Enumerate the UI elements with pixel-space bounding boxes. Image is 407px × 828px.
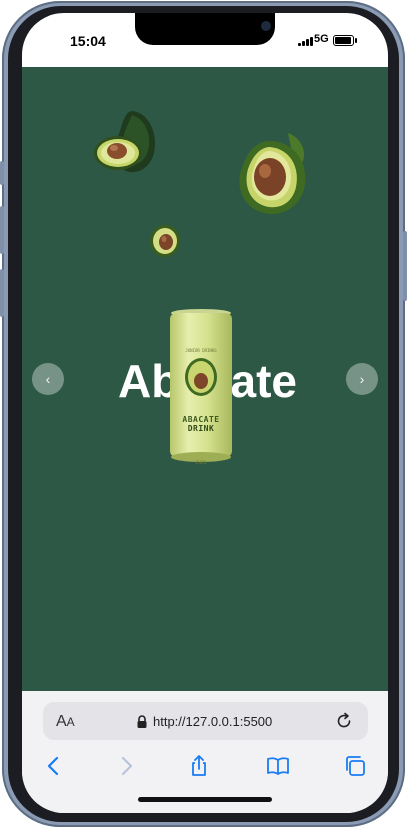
- lock-icon: [137, 715, 147, 728]
- avocado-image-top-right: [239, 133, 306, 215]
- phone-mute-switch: [0, 161, 4, 185]
- can-brand-label: JUNIOR DRINKS: [185, 348, 217, 353]
- phone-volume-down: [0, 269, 4, 317]
- status-time: 15:04: [70, 33, 106, 49]
- battery-level: [335, 37, 352, 44]
- can-name-line1: ABACATE: [182, 415, 220, 424]
- phone-screen: 15:04 5G ‹ › JUNIOR DRINKS ABACATE DRINK…: [22, 13, 388, 813]
- tabs-icon[interactable]: [343, 754, 367, 778]
- phone-volume-up: [0, 206, 4, 254]
- dynamic-island: [135, 13, 275, 45]
- back-icon[interactable]: [42, 754, 66, 778]
- text-size-button[interactable]: AA: [56, 713, 75, 731]
- share-icon[interactable]: [187, 754, 211, 778]
- network-type: 5G: [314, 33, 329, 45]
- status-bar: 15:04 5G: [22, 13, 388, 67]
- battery-icon: [333, 35, 357, 46]
- carousel-next-button[interactable]: ›: [346, 363, 378, 395]
- url-text[interactable]: http://127.0.0.1:5500: [153, 714, 272, 729]
- can-name-line2: DRINK: [187, 424, 215, 433]
- bookmarks-icon[interactable]: [266, 754, 290, 778]
- signal-icon: [298, 36, 314, 46]
- address-bar[interactable]: AA http://127.0.0.1:5500: [43, 702, 368, 740]
- reload-icon[interactable]: [334, 711, 354, 731]
- home-indicator: [138, 797, 272, 802]
- carousel-prev-button[interactable]: ‹: [32, 363, 64, 395]
- can-volume-label: 350ML: [194, 460, 208, 465]
- hero-section: ‹ › Abacate JUNIOR DRINKS ABACATE DRINK: [22, 67, 388, 691]
- avocado-image-top-left: [94, 111, 156, 173]
- forward-icon[interactable]: [114, 754, 138, 778]
- avocado-image-small: [150, 225, 180, 257]
- browser-toolbar: AA http://127.0.0.1:5500: [22, 691, 388, 813]
- front-camera: [261, 21, 271, 31]
- phone-power-button: [403, 231, 407, 301]
- drink-can-image: [170, 309, 232, 462]
